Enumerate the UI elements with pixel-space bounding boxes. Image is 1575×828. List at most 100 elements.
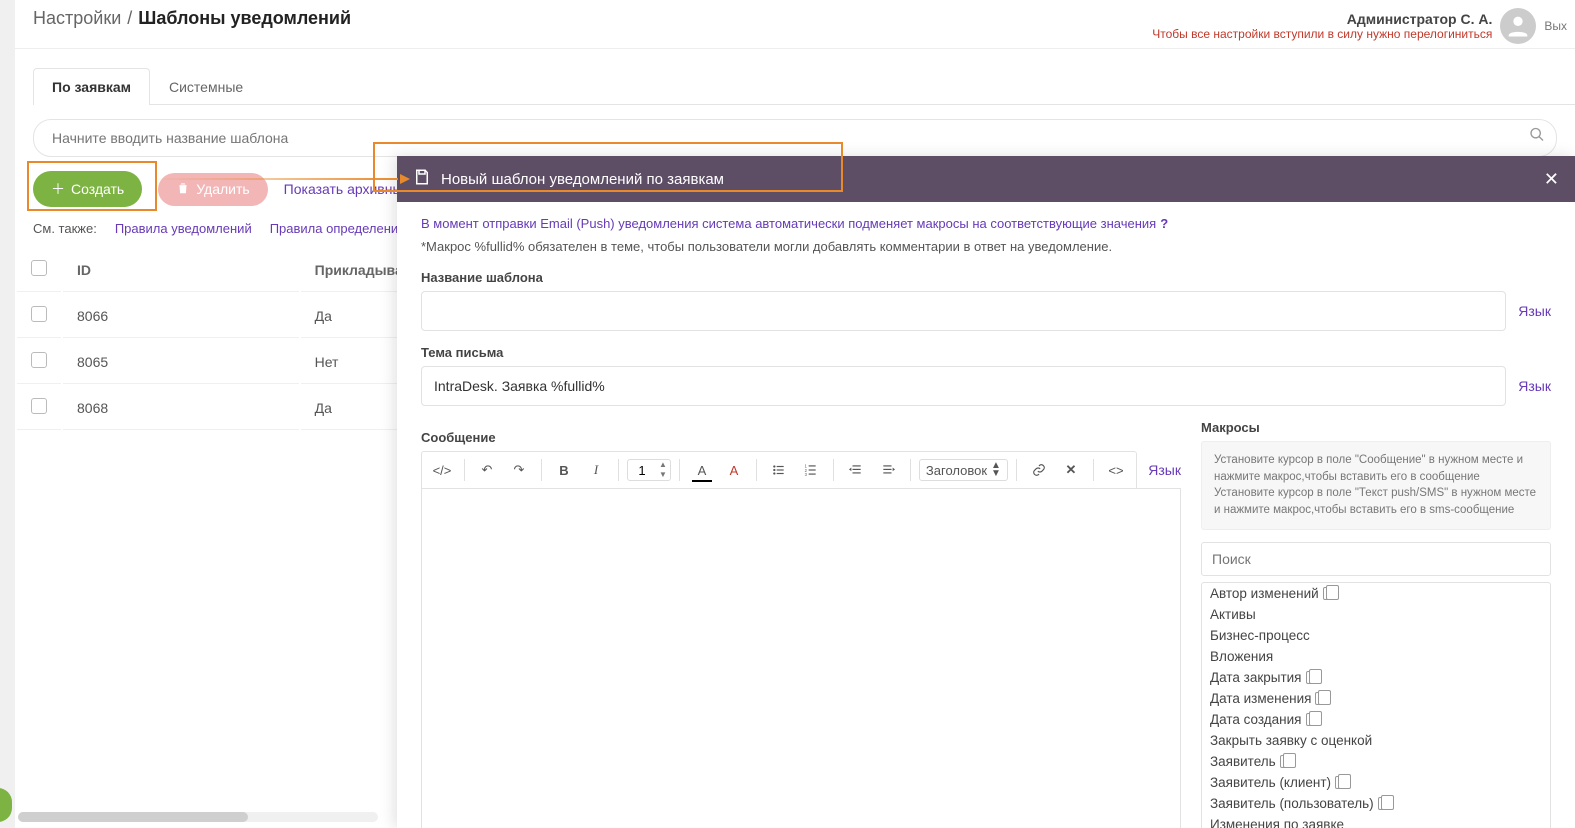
seealso-rules-link[interactable]: Правила уведомлений [115,221,252,236]
macros-item[interactable]: Заявитель (пользователь) [1202,793,1550,814]
search-icon[interactable] [1529,127,1545,146]
breadcrumb-current: Шаблоны уведомлений [138,8,351,29]
help-icon[interactable]: ? [1160,216,1168,231]
copy-icon[interactable] [1378,797,1389,810]
macros-item-label: Вложения [1210,649,1273,664]
select-all-checkbox[interactable] [31,260,47,276]
bold-icon[interactable]: B [550,456,578,484]
macros-item-label: Закрыть заявку с оценкой [1210,733,1372,748]
panel-note: *Макрос %fullid% обязателен в теме, чтоб… [421,239,1551,254]
macros-item[interactable]: Заявитель (клиент) [1202,772,1550,793]
copy-icon[interactable] [1306,713,1317,726]
panel-hint: В момент отправки Email (Push) уведомлен… [421,216,1156,231]
breadcrumb-sep: / [127,8,132,29]
macros-item[interactable]: Заявитель [1202,751,1550,772]
numbered-list-icon[interactable]: 123 [797,456,825,484]
horizontal-scrollbar[interactable] [18,812,378,822]
macros-item-label: Автор изменений [1210,586,1319,601]
breadcrumb: Настройки / Шаблоны уведомлений [33,8,351,29]
macros-item-label: Бизнес-процесс [1210,628,1310,643]
plus-icon: ＋ [51,179,65,199]
font-color-icon[interactable]: A [688,456,716,484]
outdent-icon[interactable] [842,456,870,484]
tab-requests[interactable]: По заявкам [33,68,150,105]
macros-item[interactable]: Дата изменения [1202,688,1550,709]
highlight-color-icon[interactable]: A [720,456,748,484]
macros-item-label: Дата закрытия [1210,670,1302,685]
macros-label: Макросы [1201,420,1551,435]
macros-hint-line-1: Установите курсор в поле "Сообщение" в н… [1214,452,1538,485]
macros-item[interactable]: Активы [1202,604,1550,625]
subject-label: Тема письма [421,345,1551,360]
font-size-down-icon[interactable]: ▼ [656,470,670,480]
name-lang-link[interactable]: Язык [1518,303,1551,319]
font-size-stepper[interactable]: ▲▼ [627,459,671,481]
clear-format-icon[interactable]: ✕ [1057,456,1085,484]
copy-icon[interactable] [1323,587,1334,600]
macros-item-label: Изменения по заявке [1210,817,1344,828]
macros-item[interactable]: Дата создания [1202,709,1550,730]
help-tab[interactable] [0,788,12,822]
user-name: Администратор С. А. [1152,11,1492,27]
copy-icon[interactable] [1315,692,1326,705]
row-checkbox[interactable] [31,352,47,368]
macros-item-label: Дата изменения [1210,691,1311,706]
cell-id: 8065 [63,340,299,384]
chevron-updown-icon: ▲▼ [991,462,1001,478]
code-view-icon[interactable]: </> [428,456,456,484]
redo-icon[interactable]: ↷ [505,456,533,484]
search-input[interactable] [33,119,1557,157]
undo-icon[interactable]: ↶ [473,456,501,484]
macros-list: Автор изменений Активы Бизнес-процесс Влож… [1201,582,1551,828]
macros-item[interactable]: Вложения [1202,646,1550,667]
macros-item[interactable]: Изменения по заявке [1202,814,1550,828]
row-checkbox[interactable] [31,398,47,414]
macros-item-label: Заявитель (клиент) [1210,775,1331,790]
bullet-list-icon[interactable] [765,456,793,484]
subject-input[interactable] [421,366,1506,406]
embed-icon[interactable]: <> [1102,456,1130,484]
message-editor[interactable] [421,488,1181,828]
italic-icon[interactable]: I [582,456,610,484]
indent-icon[interactable] [874,456,902,484]
message-lang-link[interactable]: Язык [1148,462,1181,478]
avatar[interactable] [1500,8,1536,44]
create-button[interactable]: ＋ Создать [33,171,142,207]
col-id[interactable]: ID [63,248,299,292]
macros-item[interactable]: Бизнес-процесс [1202,625,1550,646]
macros-item[interactable]: Закрыть заявку с оценкой [1202,730,1550,751]
save-icon[interactable] [413,168,431,190]
macros-hint-line-2: Установите курсор в поле "Текст push/SMS… [1214,485,1538,518]
logout-link[interactable]: Вых [1544,19,1567,33]
side-panel: Новый шаблон уведомлений по заявкам ✕ В … [397,156,1575,828]
message-label: Сообщение [421,430,1181,445]
template-name-input[interactable] [421,291,1506,331]
template-name-label: Название шаблона [421,270,1551,285]
macros-item-label: Заявитель (пользователь) [1210,796,1374,811]
macros-hint: Установите курсор в поле "Сообщение" в н… [1201,441,1551,530]
close-icon[interactable]: ✕ [1544,169,1559,190]
macros-item-label: Заявитель [1210,754,1276,769]
subject-lang-link[interactable]: Язык [1518,378,1551,394]
user-icon [1504,12,1532,40]
link-icon[interactable] [1025,456,1053,484]
delete-button[interactable]: Удалить [158,173,267,206]
font-size-value[interactable] [628,463,656,478]
macros-item[interactable]: Дата закрытия [1202,667,1550,688]
font-size-up-icon[interactable]: ▲ [656,460,670,470]
copy-icon[interactable] [1306,671,1317,684]
svg-text:3: 3 [805,472,808,477]
heading-select[interactable]: Заголовок ▲▼ [919,459,1008,481]
macros-search-input[interactable] [1201,542,1551,576]
breadcrumb-root[interactable]: Настройки [33,8,121,29]
relogin-warning: Чтобы все настройки вступили в силу нужн… [1152,27,1492,41]
macros-item[interactable]: Автор изменений [1202,583,1550,604]
cell-id: 8066 [63,294,299,338]
trash-icon [176,181,190,198]
macros-item-label: Активы [1210,607,1256,622]
cell-id: 8068 [63,386,299,430]
tab-system[interactable]: Системные [150,68,262,105]
copy-icon[interactable] [1335,776,1346,789]
copy-icon[interactable] [1280,755,1291,768]
row-checkbox[interactable] [31,306,47,322]
